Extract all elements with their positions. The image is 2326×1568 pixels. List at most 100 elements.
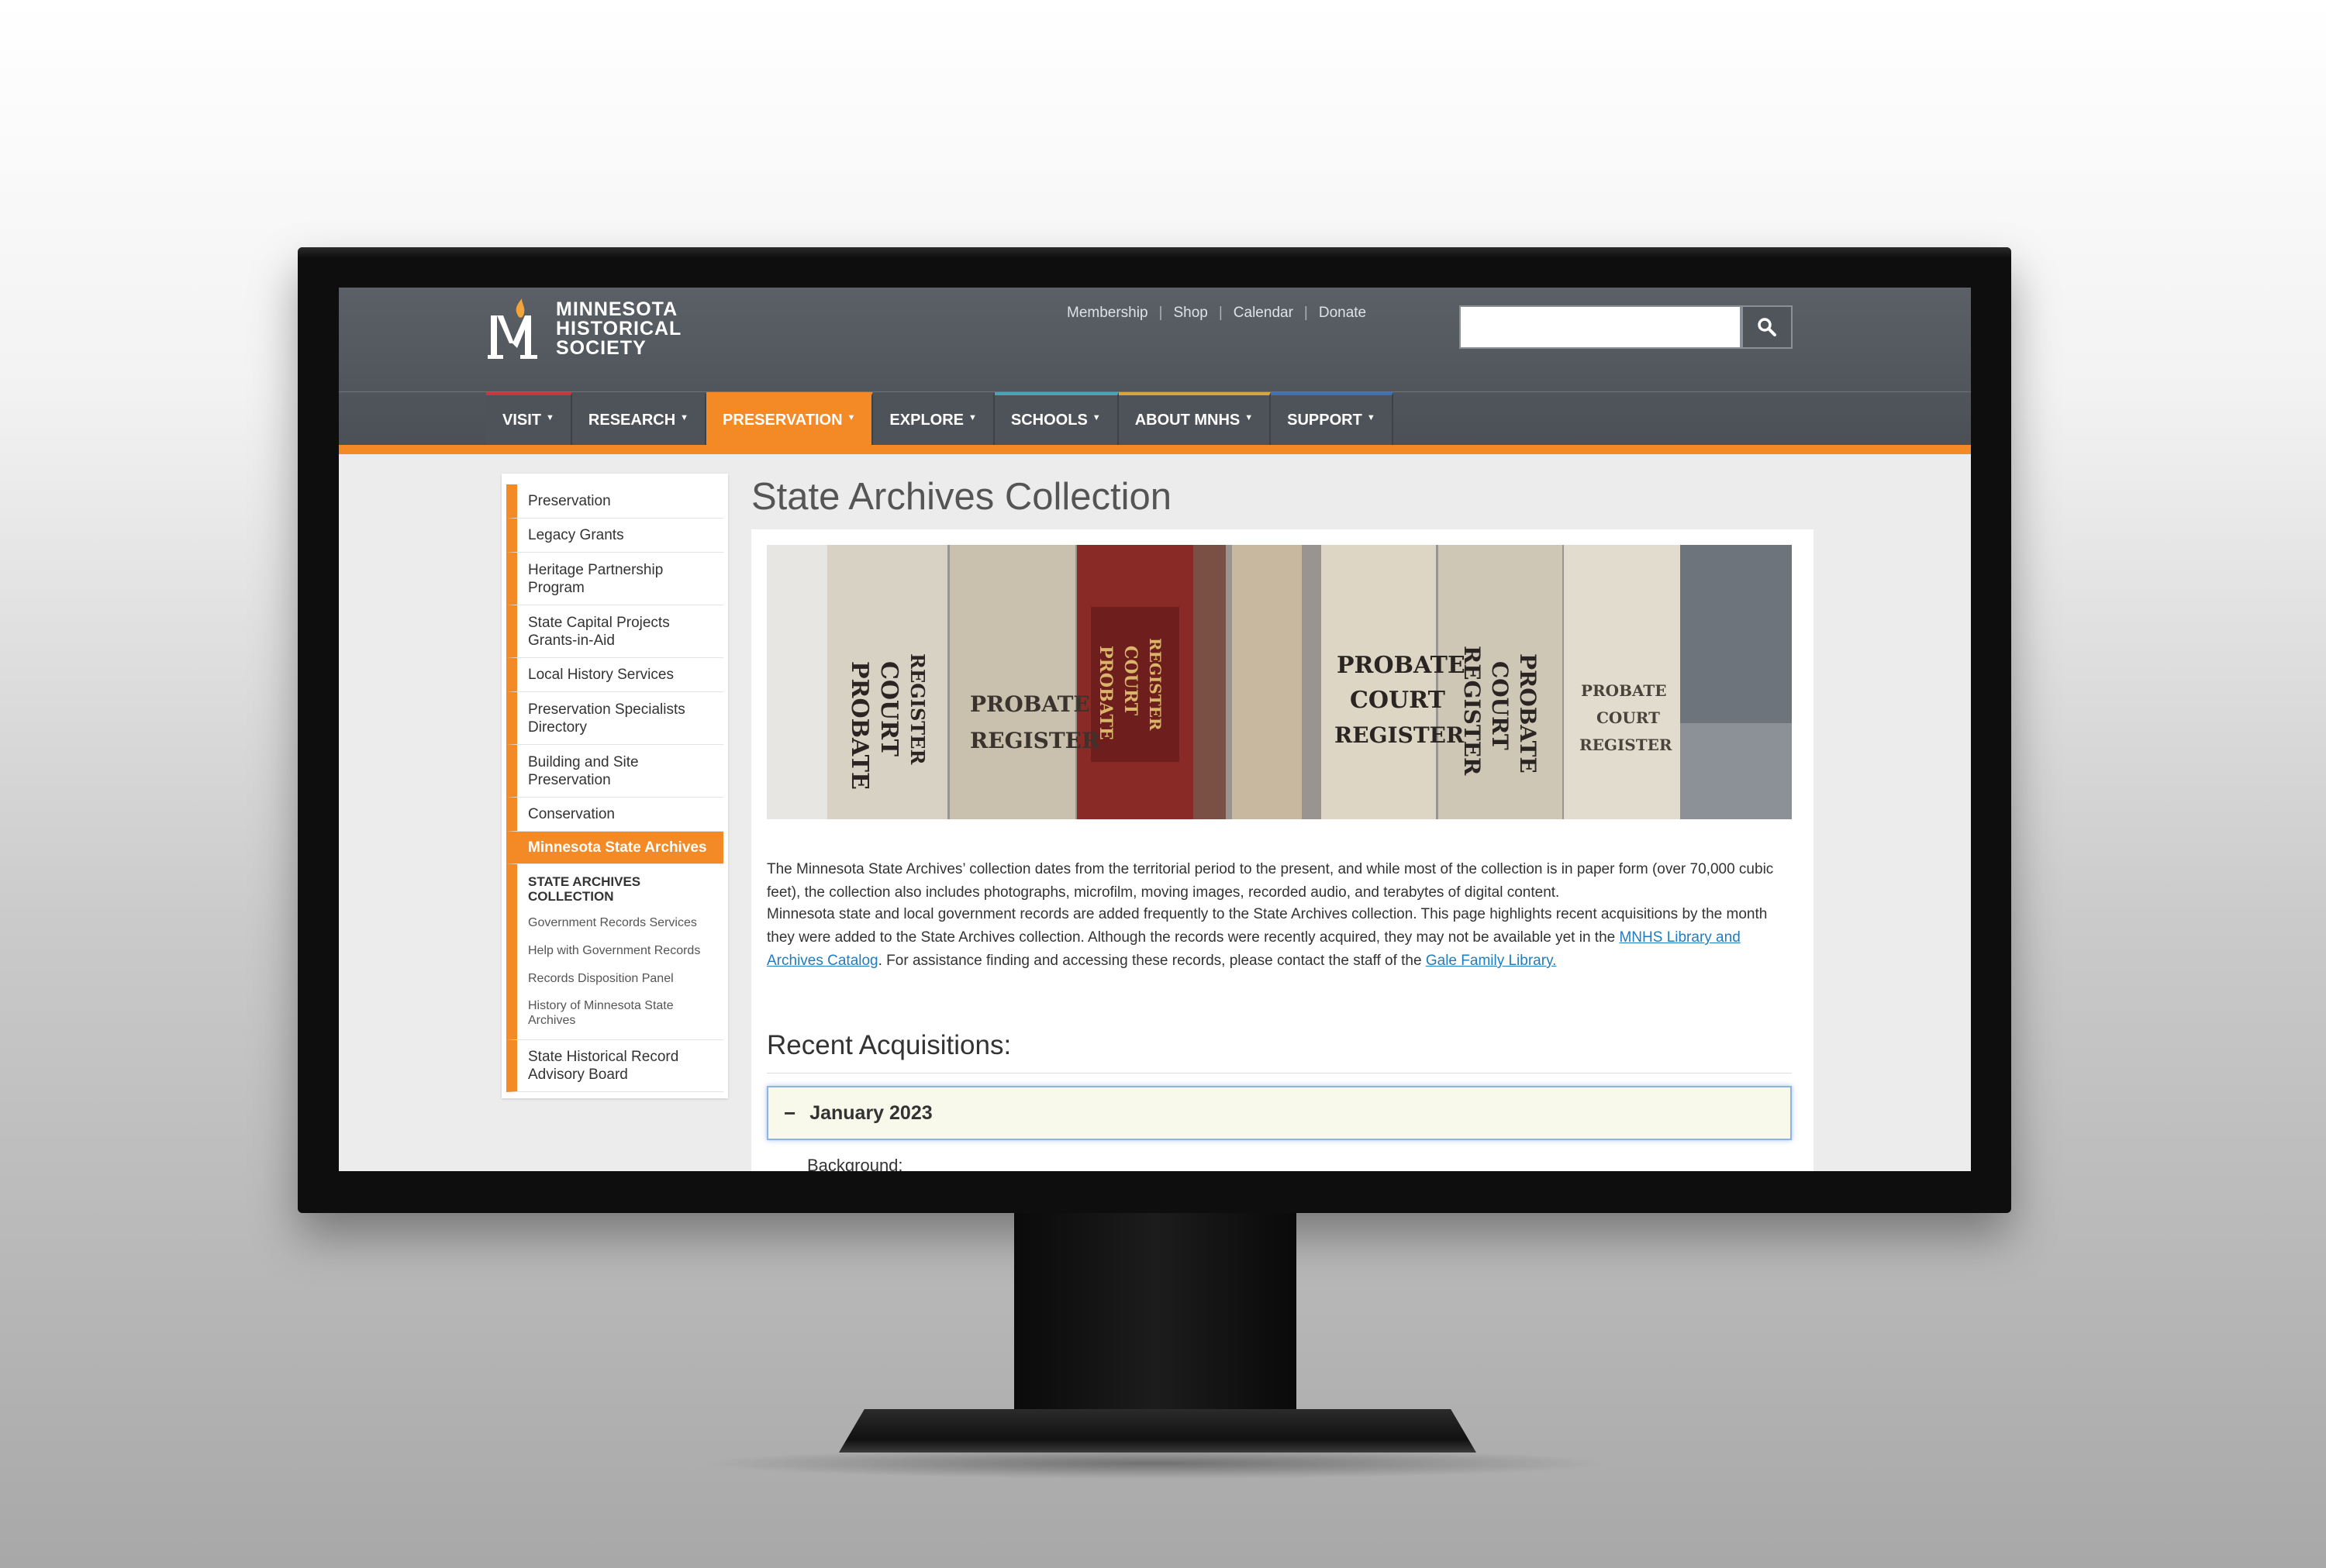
caret-down-icon: ▼ [1366,413,1375,422]
nav-schools[interactable]: SCHOOLS ▼ [994,392,1119,445]
separator: | [1158,305,1163,321]
spine-label: REGISTER [970,728,1100,753]
sub-item-history-state-archives[interactable]: History of Minnesota State Archives [528,998,699,1028]
nav-label: EXPLORE [889,411,964,429]
nav-research[interactable]: RESEARCH ▼ [571,392,707,445]
para-text: Minnesota state and local government rec… [767,906,1768,946]
nav-label: VISIT [502,411,542,429]
spine-label: PROBATE [1515,653,1541,774]
spine-label: PROBATE [1581,681,1667,700]
nav-label: SUPPORT [1287,411,1362,429]
sidebar-item-label: Legacy Grants [528,527,624,543]
svg-text:PROBATE: PROBATE [1515,653,1541,774]
monitor-stand-neck [1014,1213,1296,1416]
nav-accent-strip [339,445,1971,454]
sidebar-item-label: Preservation Specialists Directory [528,701,685,736]
sub-item-help-government-records[interactable]: Help with Government Records [528,943,722,958]
sub-item-records-disposition-panel[interactable]: Records Disposition Panel [528,971,722,986]
svg-text:COURT: COURT [875,661,902,757]
accordion-content-peek: Background: [807,1156,903,1171]
sidebar-item-label: Local History Services [528,667,674,683]
gale-library-link[interactable]: Gale Family Library. [1426,953,1557,969]
nav-preservation[interactable]: PRESERVATION ▼ [706,392,874,445]
logo-line-3: SOCIETY [556,336,647,359]
utility-links: Membership | Shop | Calendar | Donate [1067,305,1366,322]
bezel [298,247,2011,258]
sidebar-item-preservation[interactable]: Preservation [506,484,723,519]
sidebar-item-advisory-board[interactable]: State Historical Record Advisory Board [506,1039,723,1092]
nav-label: SCHOOLS [1010,411,1088,429]
spine-label: PROBATE [970,691,1090,717]
svg-text:REGISTER: REGISTER [1146,638,1165,731]
accordion-january-2023[interactable]: − January 2023 [767,1086,1792,1140]
stand-shadow [698,1448,1613,1479]
spine-label: COURT [1487,661,1513,750]
svg-text:REGISTER: REGISTER [1459,646,1485,776]
monitor-stand-base [839,1409,1476,1453]
content-card: PROBATE COURT REGISTER PROBATE REGISTER … [751,529,1814,1171]
spine-label: PROBATE [1337,652,1465,679]
sub-item-state-archives-collection[interactable]: STATE ARCHIVES COLLECTION [528,874,683,904]
spine-label: REGISTER [1459,646,1485,776]
page-title: State Archives Collection [751,476,1172,518]
spine-label: REGISTER [906,653,929,765]
donate-link[interactable]: Donate [1319,305,1366,322]
spine-label: COURT [1120,646,1141,716]
caret-down-icon: ▼ [968,413,977,422]
nav-support[interactable]: SUPPORT ▼ [1271,392,1393,445]
spine-label: COURT [875,661,902,757]
sidebar-item-label: Preservation [528,493,611,509]
monitor: MINNESOTA HISTORICAL SOCIETY Membership … [298,247,2011,1213]
search-input[interactable] [1459,305,1741,349]
membership-link[interactable]: Membership [1067,305,1148,322]
caret-down-icon: ▼ [680,413,689,422]
sidebar-item-heritage-partnership[interactable]: Heritage Partnership Program [506,553,723,605]
sidebar-item-conservation[interactable]: Conservation [506,798,723,832]
nav-about-mnhs[interactable]: ABOUT MNHS ▼ [1118,392,1272,445]
search-button[interactable] [1741,305,1793,349]
sidebar-item-label: State Historical Record Advisory Board [528,1049,679,1083]
nav-explore[interactable]: EXPLORE ▼ [873,392,995,445]
sidebar-item-label: Heritage Partnership Program [528,561,664,596]
sidebar-item-state-archives[interactable]: Minnesota State Archives [506,832,723,864]
sub-item-government-records-services[interactable]: Government Records Services [528,915,722,930]
logo-text: MINNESOTA HISTORICAL SOCIETY [556,298,682,359]
sidebar-item-building-site[interactable]: Building and Site Preservation [506,745,723,798]
svg-text:COURT: COURT [1120,646,1141,716]
logo[interactable]: MINNESOTA HISTORICAL SOCIETY [486,297,682,360]
svg-text:PROBATE: PROBATE [846,661,873,790]
nav-label: RESEARCH [588,411,676,429]
separator: | [1218,305,1223,321]
caret-down-icon: ▼ [1092,413,1101,422]
mnhs-logo-icon [486,297,545,360]
shop-link[interactable]: Shop [1173,305,1207,322]
sidebar-item-legacy-grants[interactable]: Legacy Grants [506,519,723,553]
nav-visit[interactable]: VISIT ▼ [486,392,572,445]
logo-line-1: MINNESOTA [556,298,678,320]
calendar-link[interactable]: Calendar [1234,305,1293,322]
sidebar-item-local-history[interactable]: Local History Services [506,658,723,692]
caret-down-icon: ▼ [847,413,856,422]
sidebar-item-label: Building and Site Preservation [528,753,639,788]
sidebar: Preservation Legacy Grants Heritage Part… [502,474,728,1098]
svg-text:REGISTER: REGISTER [906,653,929,765]
collapse-icon: − [784,1101,796,1125]
hero-image: PROBATE COURT REGISTER PROBATE REGISTER … [767,545,1792,819]
spine-label: REGISTER [1146,638,1165,731]
sidebar-item-label: Minnesota State Archives [528,839,707,856]
svg-text:PROBATE: PROBATE [1096,646,1116,740]
sidebar-item-label: State Capital Projects Grants-in-Aid [528,614,670,649]
site-header: MINNESOTA HISTORICAL SOCIETY Membership … [339,288,1971,449]
spine-label: COURT [1596,708,1660,727]
sidebar-item-state-capital-projects[interactable]: State Capital Projects Grants-in-Aid [506,605,723,658]
caret-down-icon: ▼ [1244,413,1254,422]
spine-label: REGISTER [1334,722,1465,748]
sidebar-item-preservation-specialists[interactable]: Preservation Specialists Directory [506,692,723,745]
caret-down-icon: ▼ [546,413,554,422]
acquisitions-paragraph: Minnesota state and local government rec… [767,903,1798,973]
nav-label: ABOUT MNHS [1134,411,1241,429]
spine-label: PROBATE [846,661,873,790]
para-text: . For assistance finding and accessing t… [878,953,1426,969]
main-nav: VISIT ▼ RESEARCH ▼ PRESERVATION ▼ EXPLORE ▼ … [486,392,1393,445]
spine-label: PROBATE [1096,646,1116,740]
